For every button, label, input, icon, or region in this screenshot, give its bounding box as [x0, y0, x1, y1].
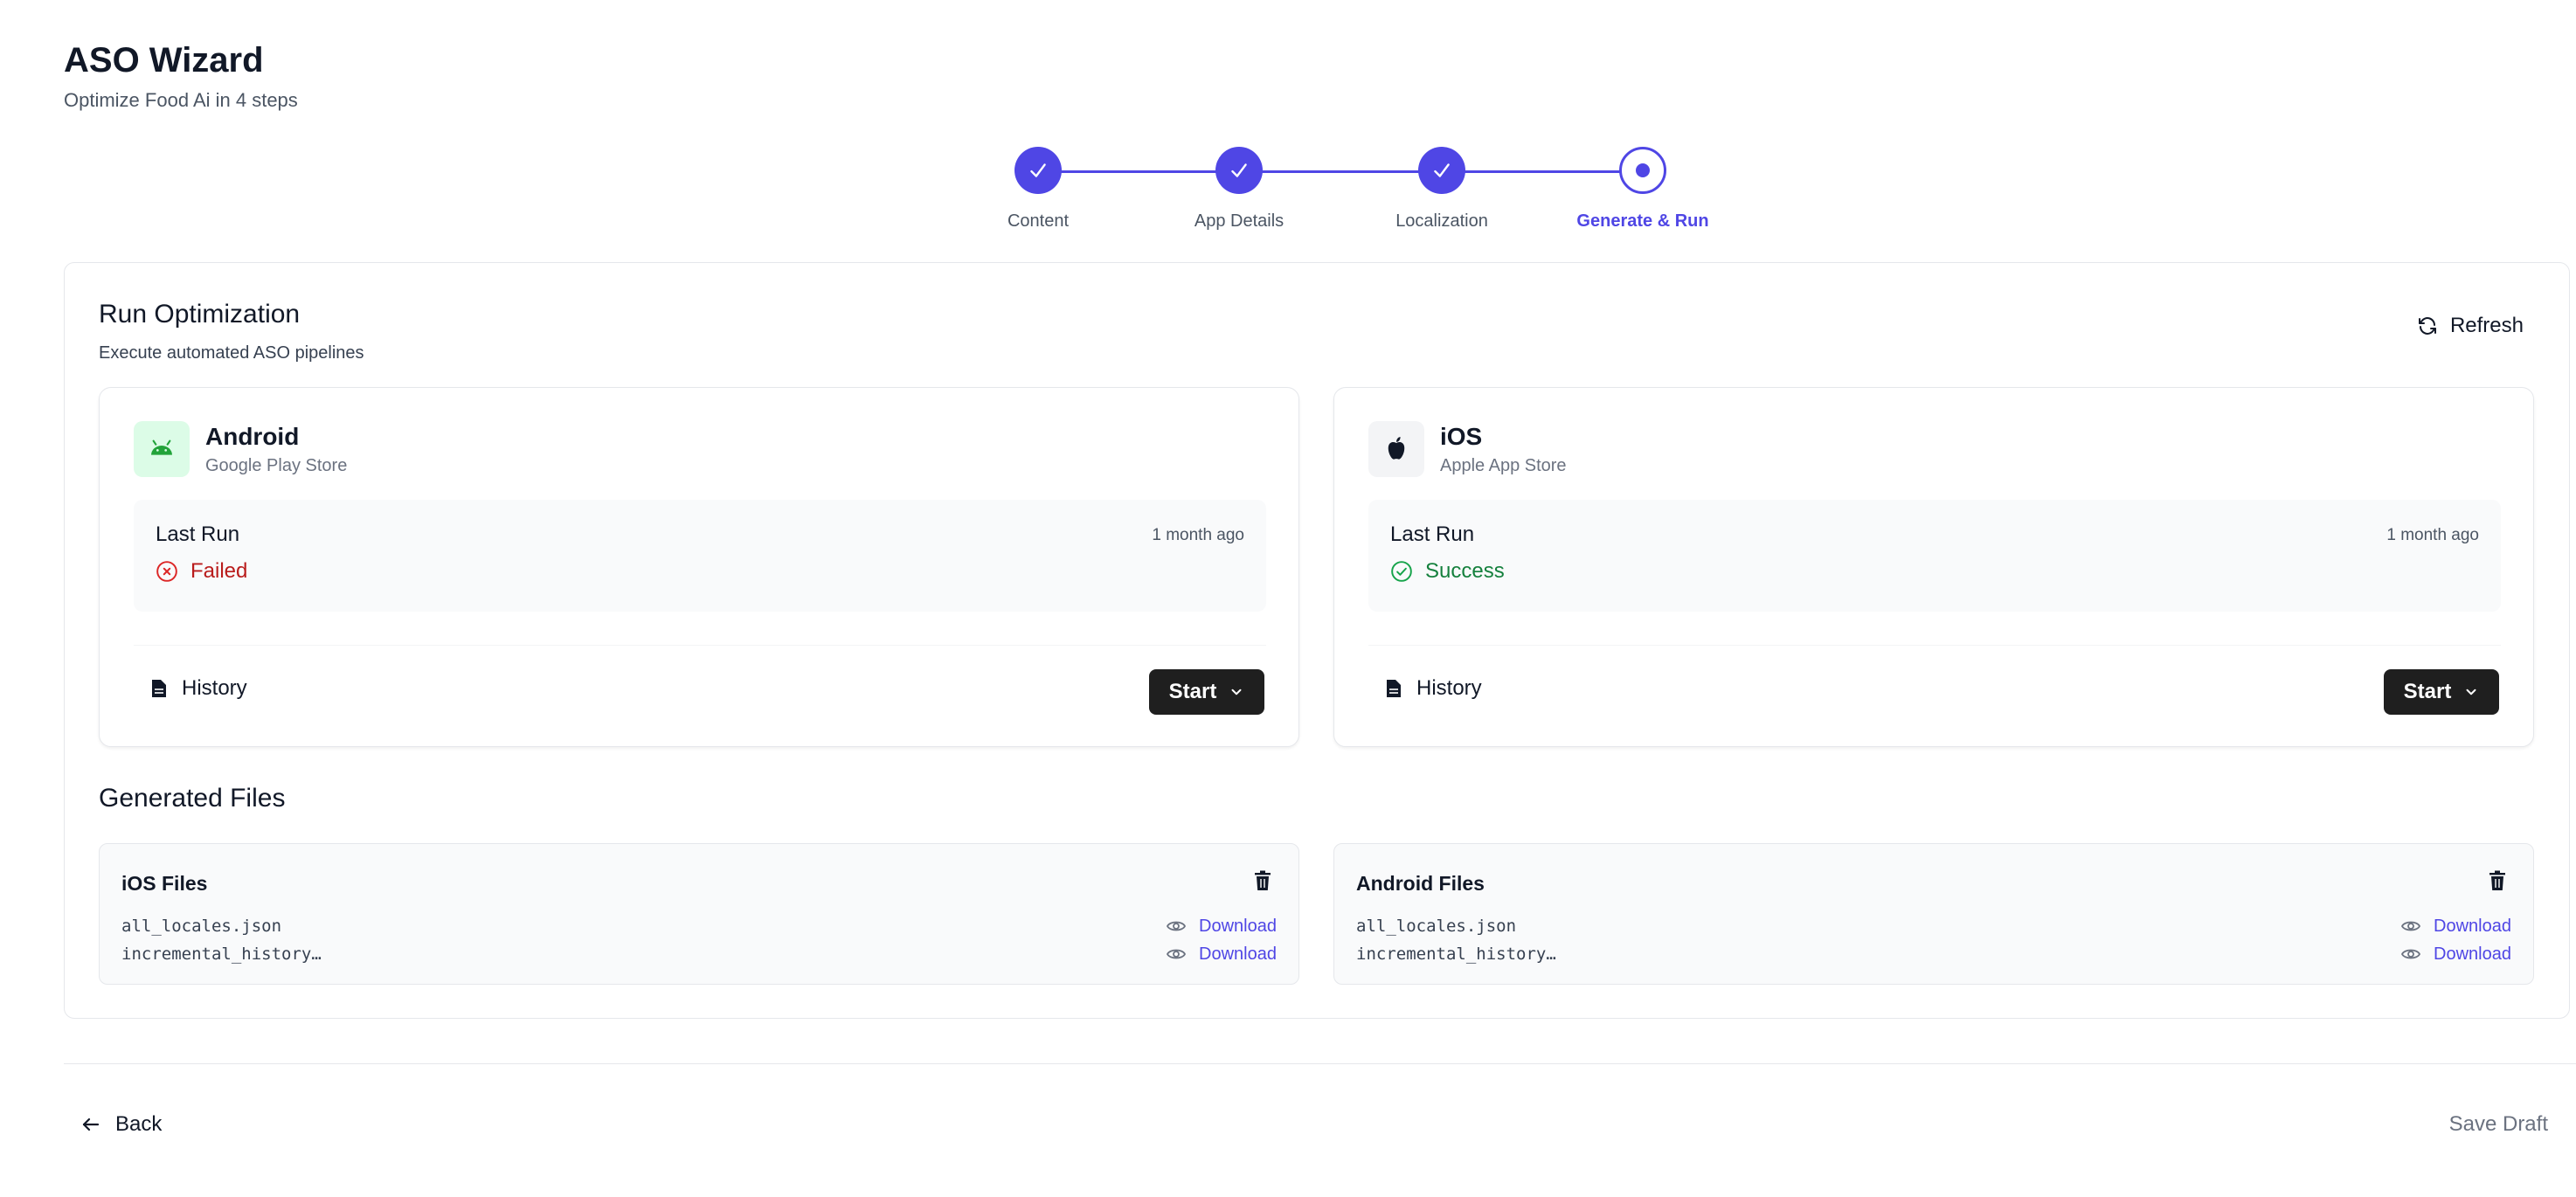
status-text: Success: [1425, 559, 1505, 583]
status-badge: Success: [1390, 559, 1505, 584]
delete-button[interactable]: [1253, 870, 1272, 896]
file-actions: Download: [2400, 916, 2511, 937]
start-label: Start: [1168, 680, 1217, 703]
android-platform-card: Android Google Play Store Last Run 1 mon…: [99, 387, 1299, 747]
step-generate-run[interactable]: Generate & Run: [1538, 147, 1748, 232]
arrow-left-icon: [82, 1117, 100, 1131]
file-name: all_locales.json: [1356, 917, 1517, 936]
android-icon-badge: [134, 421, 190, 477]
check-icon: [1434, 163, 1450, 177]
refresh-button[interactable]: Refresh: [2417, 314, 2524, 338]
x-circle-icon: [156, 561, 177, 582]
start-button[interactable]: Start: [1149, 669, 1264, 715]
file-name: incremental_history…: [1356, 944, 1556, 964]
step-current-circle: [1619, 147, 1666, 194]
platform-store: Google Play Store: [205, 456, 348, 475]
eye-icon[interactable]: [1166, 944, 1187, 965]
step-label: App Details: [1194, 211, 1285, 231]
status-badge: Failed: [156, 559, 247, 584]
file-name: all_locales.json: [121, 917, 282, 936]
section-title: Run Optimization: [99, 300, 301, 329]
file-actions: Download: [1166, 916, 1277, 937]
save-draft-button[interactable]: Save Draft: [2449, 1112, 2548, 1137]
last-run-panel: Last Run 1 month ago Failed: [134, 500, 1266, 612]
download-link[interactable]: Download: [1199, 944, 1277, 965]
last-run-panel: Last Run 1 month ago Success: [1368, 500, 2501, 612]
wizard-stepper: Content App Details Localization Generat…: [944, 147, 1709, 243]
last-run-time: 1 month ago: [1152, 526, 1244, 544]
step-app-details[interactable]: App Details: [1134, 147, 1344, 232]
status-text: Failed: [190, 559, 248, 583]
apple-icon: [1388, 437, 1405, 460]
document-icon: [1387, 680, 1401, 697]
back-button[interactable]: Back: [80, 1112, 162, 1137]
step-label-current: Generate & Run: [1576, 211, 1709, 231]
step-complete-circle: [1014, 147, 1062, 194]
files-card-title: iOS Files: [121, 872, 208, 895]
chevron-down-icon: [2466, 688, 2476, 695]
download-link[interactable]: Download: [2434, 917, 2511, 937]
platform-store: Apple App Store: [1440, 456, 1567, 475]
step-content[interactable]: Content: [933, 147, 1143, 232]
current-step-dot: [1636, 163, 1650, 177]
step-localization[interactable]: Localization: [1337, 147, 1547, 232]
files-card-title: Android Files: [1356, 872, 1485, 895]
file-actions: Download: [1166, 944, 1277, 965]
section-subtitle: Execute automated ASO pipelines: [99, 343, 364, 363]
refresh-icon: [2418, 317, 2436, 335]
chevron-down-icon: [1231, 688, 1242, 695]
start-button[interactable]: Start: [2384, 669, 2499, 715]
last-run-time: 1 month ago: [2386, 526, 2479, 544]
page-subtitle: Optimize Food Ai in 4 steps: [64, 89, 298, 111]
ios-files-card: iOS Files all_locales.json Download incr…: [99, 843, 1299, 985]
apple-icon-badge: [1368, 421, 1424, 477]
download-link[interactable]: Download: [1199, 917, 1277, 937]
eye-icon[interactable]: [1166, 916, 1187, 937]
download-link[interactable]: Download: [2434, 944, 2511, 965]
page-title: ASO Wizard: [64, 41, 264, 80]
step-label: Localization: [1395, 211, 1488, 231]
file-name: incremental_history…: [121, 944, 322, 964]
history-button[interactable]: History: [1385, 676, 1482, 701]
generated-files-title: Generated Files: [99, 784, 286, 813]
last-run-label: Last Run: [1390, 522, 1475, 546]
start-label: Start: [2403, 680, 2452, 703]
file-row: incremental_history… Download: [1356, 941, 2511, 967]
document-icon: [152, 680, 166, 697]
platform-name: iOS: [1440, 423, 1483, 450]
android-files-card: Android Files all_locales.json Download …: [1333, 843, 2534, 985]
history-button[interactable]: History: [150, 676, 247, 701]
step-complete-circle: [1418, 147, 1465, 194]
step-complete-circle: [1215, 147, 1263, 194]
platform-name: Android: [205, 423, 300, 450]
history-label: History: [182, 676, 247, 700]
eye-icon[interactable]: [2400, 916, 2421, 937]
back-label: Back: [115, 1112, 163, 1136]
file-row: incremental_history… Download: [121, 941, 1277, 967]
history-label: History: [1416, 676, 1482, 700]
check-icon: [1231, 163, 1247, 177]
page-header: ASO Wizard Optimize Food Ai in 4 steps: [64, 38, 298, 112]
step-label: Content: [1007, 211, 1070, 231]
last-run-label: Last Run: [156, 522, 240, 546]
trash-icon: [1255, 870, 1271, 890]
divider: [1368, 645, 2501, 646]
trash-icon: [2489, 870, 2505, 890]
check-circle-icon: [1391, 561, 1412, 582]
footer-divider: [64, 1063, 2576, 1064]
file-row: all_locales.json Download: [121, 913, 1277, 939]
ios-platform-card: iOS Apple App Store Last Run 1 month ago…: [1333, 387, 2534, 747]
refresh-label: Refresh: [2449, 314, 2524, 337]
delete-button[interactable]: [2488, 870, 2507, 896]
android-icon: [151, 439, 172, 455]
check-icon: [1030, 163, 1046, 177]
file-actions: Download: [2400, 944, 2511, 965]
eye-icon[interactable]: [2400, 944, 2421, 965]
run-optimization-card: Run Optimization Execute automated ASO p…: [64, 262, 2570, 1019]
divider: [134, 645, 1266, 646]
file-row: all_locales.json Download: [1356, 913, 2511, 939]
